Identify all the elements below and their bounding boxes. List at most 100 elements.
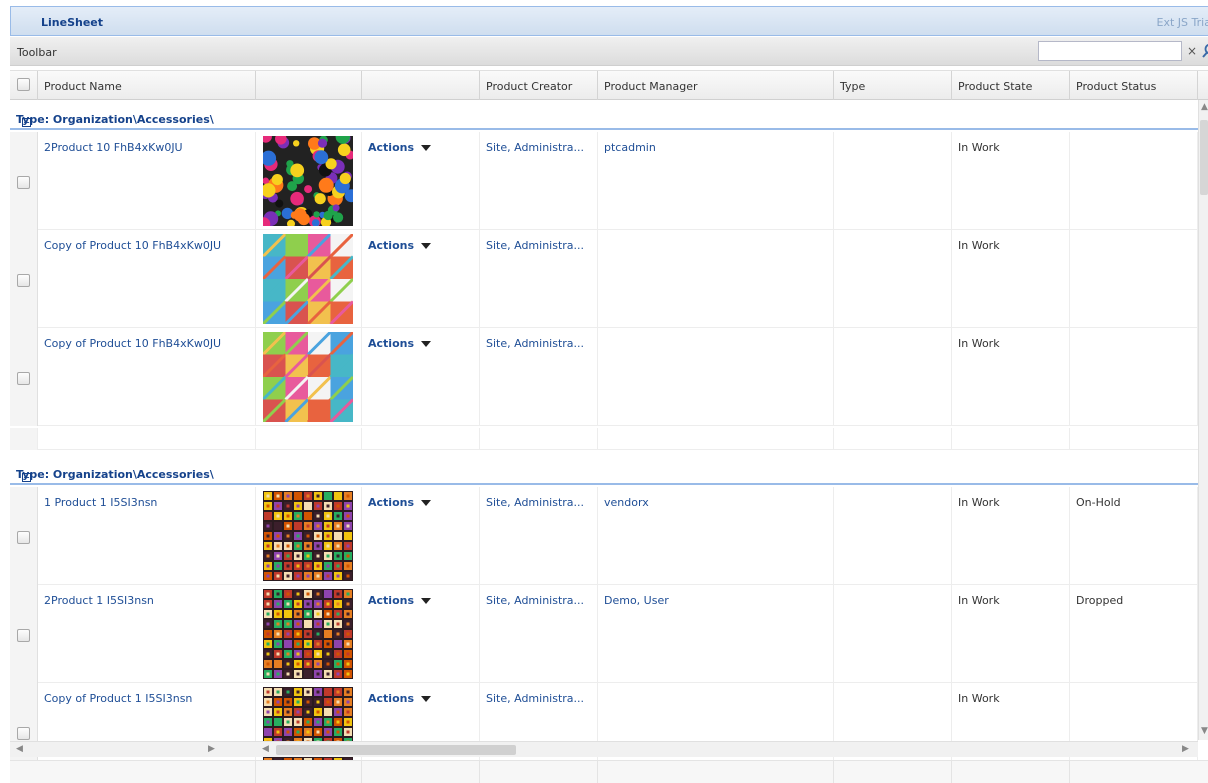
cell-product-state-text: In Work: [958, 496, 1000, 509]
cell-product-state: In Work: [952, 328, 1070, 426]
col-actions[interactable]: [362, 71, 480, 100]
cell-product-creator[interactable]: Site, Administra...: [480, 132, 598, 230]
cell-actions-text[interactable]: Actions: [368, 594, 414, 607]
cell-product-creator-text: Site, Administra...: [486, 337, 585, 350]
scroll-down-icon[interactable]: ▼: [1201, 726, 1208, 736]
select-all-checkbox[interactable]: [17, 78, 30, 91]
col-product-status[interactable]: Product Status: [1070, 71, 1198, 100]
scroll-left-icon[interactable]: ◀: [16, 744, 23, 754]
dropdown-caret-icon[interactable]: [421, 696, 431, 702]
dropdown-caret-icon[interactable]: [421, 500, 431, 506]
cell-actions-text[interactable]: Actions: [368, 239, 414, 252]
cell-actions[interactable]: Actions: [362, 230, 480, 328]
col-product-manager[interactable]: Product Manager: [598, 71, 834, 100]
table-row[interactable]: 2Product 1 I5SI3nsn Actions Site, Administ…: [10, 585, 1198, 683]
cell-product-creator[interactable]: Site, Administra...: [480, 487, 598, 585]
cell-product-creator-text: Site, Administra...: [486, 692, 585, 705]
cell-product-manager[interactable]: [598, 328, 834, 426]
dropdown-caret-icon[interactable]: [421, 145, 431, 151]
group-header[interactable]: − Type: Organization\Accessories\: [10, 108, 1198, 130]
cell-actions[interactable]: Actions: [362, 132, 480, 230]
magnifier-icon[interactable]: [1200, 41, 1208, 61]
horizontal-scrollbar[interactable]: ◀ ▶ ◀ ▶: [10, 741, 1198, 757]
cell-actions[interactable]: Actions: [362, 328, 480, 426]
row-checkbox[interactable]: [17, 176, 30, 189]
cell-thumbnail: [256, 230, 362, 328]
cell-product-creator[interactable]: Site, Administra...: [480, 328, 598, 426]
cell-actions[interactable]: Actions: [362, 487, 480, 585]
cell-product-name[interactable]: Copy of Product 10 FhB4xKw0JU: [38, 328, 256, 426]
cell-product-name[interactable]: 2Product 10 FhB4xKw0JU: [38, 132, 256, 230]
cell-actions[interactable]: Actions: [362, 585, 480, 683]
cell-product-manager[interactable]: [598, 230, 834, 328]
table-row[interactable]: 1 Product 1 I5SI3nsn Actions Site, Adminis…: [10, 487, 1198, 585]
vertical-scroll-thumb[interactable]: [1200, 120, 1208, 195]
cell-product-name[interactable]: Copy of Product 10 FhB4xKw0JU: [38, 230, 256, 328]
col-product-creator[interactable]: Product Creator: [480, 71, 598, 100]
scroll-up-icon[interactable]: ▲: [1201, 102, 1208, 112]
cell-actions-text[interactable]: Actions: [368, 141, 414, 154]
table-row[interactable]: Copy of Product 10 FhB4xKw0JU Actions Site…: [10, 328, 1198, 426]
cell-product-state-text: In Work: [958, 337, 1000, 350]
cell-type: [834, 328, 952, 426]
cell-product-name[interactable]: 2Product 1 I5SI3nsn: [38, 585, 256, 683]
row-select-cell[interactable]: [10, 585, 38, 683]
group-label: Type: Organization\Accessories\: [16, 113, 214, 126]
col-type[interactable]: Type: [834, 71, 952, 100]
cell-product-creator[interactable]: Site, Administra...: [480, 585, 598, 683]
scroll-right-icon[interactable]: ▶: [208, 744, 215, 754]
cell-product-state: In Work: [952, 230, 1070, 328]
scroll-right-icon[interactable]: ▶: [1182, 744, 1189, 754]
cell-product-name-text: 2Product 1 I5SI3nsn: [44, 594, 154, 607]
row-checkbox[interactable]: [17, 531, 30, 544]
flowers-thumbnail-image[interactable]: [263, 136, 353, 226]
col-product-name[interactable]: Product Name: [38, 71, 256, 100]
collapse-icon[interactable]: −: [22, 118, 31, 127]
clear-search-icon[interactable]: ×: [1187, 44, 1197, 58]
cell-actions-text[interactable]: Actions: [368, 496, 414, 509]
window-titlebar: LineSheet Ext JS Trial: [10, 6, 1208, 36]
select-all-cell[interactable]: [10, 71, 38, 100]
cell-actions-text[interactable]: Actions: [368, 692, 414, 705]
squares-thumbnail-image[interactable]: [263, 491, 353, 581]
spacer-row: [10, 428, 1198, 450]
patchwork-thumbnail-image[interactable]: [263, 234, 353, 324]
cell-product-creator-text: Site, Administra...: [486, 239, 585, 252]
search-input[interactable]: [1038, 41, 1182, 61]
row-checkbox[interactable]: [17, 727, 30, 740]
horizontal-scroll-thumb[interactable]: [276, 745, 516, 755]
dropdown-caret-icon[interactable]: [421, 341, 431, 347]
cell-product-state-text: In Work: [958, 239, 1000, 252]
cell-actions-text[interactable]: Actions: [368, 337, 414, 350]
cell-product-status: [1070, 230, 1198, 328]
cell-product-manager-text: ptcadmin: [604, 141, 656, 154]
cell-product-creator-text: Site, Administra...: [486, 594, 585, 607]
row-checkbox[interactable]: [17, 372, 30, 385]
toolbar: Toolbar ×: [10, 37, 1208, 66]
row-select-cell[interactable]: [10, 487, 38, 585]
scroll-left-icon[interactable]: ◀: [262, 744, 269, 754]
cell-product-manager[interactable]: Demo, User: [598, 585, 834, 683]
cell-product-creator[interactable]: Site, Administra...: [480, 230, 598, 328]
dropdown-caret-icon[interactable]: [421, 243, 431, 249]
table-row[interactable]: 2Product 10 FhB4xKw0JU Actions Site, Admin…: [10, 132, 1198, 230]
group-header[interactable]: − Type: Organization\Accessories\: [10, 463, 1198, 485]
cell-product-manager[interactable]: ptcadmin: [598, 132, 834, 230]
cell-product-name[interactable]: 1 Product 1 I5SI3nsn: [38, 487, 256, 585]
col-product-state[interactable]: Product State: [952, 71, 1070, 100]
cell-product-manager[interactable]: vendorx: [598, 487, 834, 585]
cell-product-creator-text: Site, Administra...: [486, 496, 585, 509]
patchwork-thumbnail-image[interactable]: [263, 332, 353, 422]
row-select-cell[interactable]: [10, 328, 38, 426]
collapse-icon[interactable]: −: [22, 473, 31, 482]
col-thumbnail[interactable]: [256, 71, 362, 100]
row-checkbox[interactable]: [17, 629, 30, 642]
row-select-cell[interactable]: [10, 230, 38, 328]
row-select-cell[interactable]: [10, 132, 38, 230]
dropdown-caret-icon[interactable]: [421, 598, 431, 604]
vertical-scrollbar[interactable]: ▲ ▼: [1198, 100, 1208, 740]
squares-thumbnail-image[interactable]: [263, 589, 353, 679]
row-checkbox[interactable]: [17, 274, 30, 287]
table-row[interactable]: Copy of Product 10 FhB4xKw0JU Actions Site…: [10, 230, 1198, 328]
cell-type: [834, 230, 952, 328]
